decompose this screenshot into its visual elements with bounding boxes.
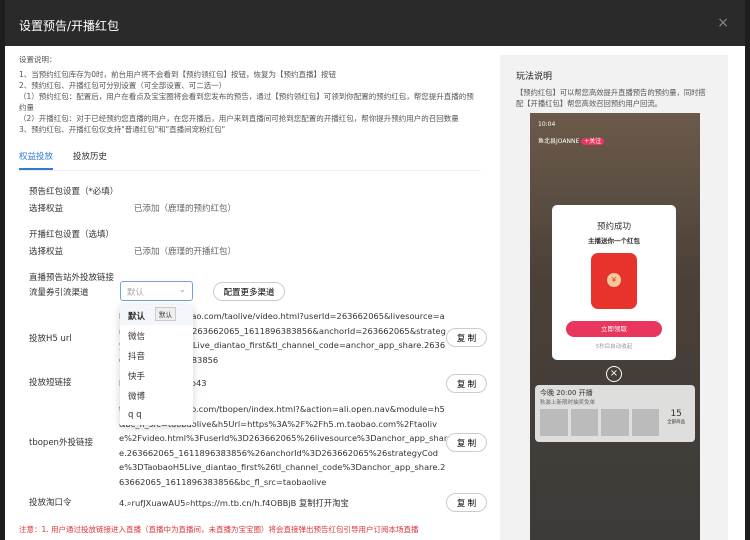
phone-preview: 10:04 鱼北县JOANNE +关注 预约成功 主播送你一个红包 ¥ 立即领取 …	[530, 113, 700, 540]
product-thumb	[570, 409, 599, 436]
auto-close-text: 5秒后自动收起	[595, 344, 633, 350]
copy-h5-url-button[interactable]: 复 制	[446, 328, 487, 347]
coin-icon: ¥	[607, 273, 621, 287]
anchor-name: 鱼北县JOANNE	[538, 138, 580, 145]
count-value: 15	[670, 409, 682, 419]
option-douyin[interactable]: 抖音	[120, 345, 193, 365]
short-link-label: 投放短链接	[29, 378, 72, 388]
phone-time: 10:04	[538, 121, 556, 128]
option-weibo[interactable]: 微博	[120, 385, 193, 405]
note-line: 2、预约红包、开播红包可分别设置（可全部设置、可二选一）	[19, 81, 227, 90]
channel-label: 流量券引流渠道	[29, 288, 89, 298]
count-label: 全部商品	[667, 420, 686, 425]
note-line: （2）开播红包：对于已经预约您直播的用户，在您开播后，用户来到直播间可抢到您配置…	[19, 114, 459, 123]
channel-select-value: 默认	[127, 288, 145, 298]
follow-badge: +关注	[581, 138, 605, 145]
tab-delivery-history[interactable]: 投放历史	[73, 147, 107, 170]
tooltip: 默认	[155, 307, 176, 321]
note-line: （1）预约红包：配置后，用户在看点及宝宝圈将会看到您发布的预告，通过【预约领红包…	[19, 92, 474, 112]
live-benefit-label: 选择权益	[29, 247, 64, 257]
option-wechat[interactable]: 微信	[120, 325, 193, 345]
popup-subtitle: 主播送你一个红包	[588, 237, 640, 245]
success-popup: 预约成功 主播送你一个红包 ¥ 立即领取 5秒后自动收起	[552, 205, 676, 360]
channel-dropdown: 默认 微信 抖音 快手 微博 q q	[120, 305, 193, 425]
guide-desc: 【预约红包】可以帮您高效提升直播预告的预约量，同时搭配【开播红包】帮您高效召回预…	[516, 88, 706, 108]
option-qq[interactable]: q q	[120, 405, 193, 425]
close-icon[interactable]: ×	[717, 15, 729, 31]
card-subtitle: 秋装上新限时抽奖免单	[540, 400, 596, 406]
product-thumb	[540, 409, 568, 436]
channel-select[interactable]: 默认 ⌄	[120, 281, 193, 301]
live-section-title: 开播红包设置（选填）	[29, 230, 115, 240]
live-benefit-value[interactable]: 已添加（鹿瑾的开播红包）	[134, 245, 236, 257]
red-packet-modal: 设置预告/开播红包 × 设置说明： 1、当预约红包库存为0时，前台用户将不会看到…	[5, 0, 745, 540]
copy-short-link-button[interactable]: 复 制	[446, 374, 487, 393]
modal-title: 设置预告/开播红包	[19, 19, 120, 33]
product-thumb	[631, 409, 660, 436]
preview-section-title: 预告红包设置（*必填）	[29, 187, 119, 197]
guide-title: 玩法说明	[516, 72, 553, 82]
product-thumb	[601, 409, 629, 436]
tab-benefit-delivery[interactable]: 权益投放	[19, 147, 54, 170]
close-circle-icon: ×	[606, 366, 622, 382]
claim-button: 立即领取	[566, 321, 662, 337]
guide-panel: 玩法说明 【预约红包】可以帮您高效提升直播预告的预约量，同时搭配【开播红包】帮您…	[500, 55, 728, 540]
preview-benefit-value[interactable]: 已添加（鹿瑾的预约红包）	[134, 202, 236, 214]
h5-url-label: 投放H5 url	[29, 334, 72, 344]
copy-taokouling-button[interactable]: 复 制	[446, 493, 487, 512]
warning-text: 注意：1. 用户通过投放链接进入直播（直播中为直播间，未直播为宝宝圈）将会直接弹…	[19, 525, 419, 534]
tab-bar: 权益投放 投放历史	[19, 147, 481, 171]
modal-header: 设置预告/开播红包 ×	[5, 0, 745, 46]
preview-benefit-label: 选择权益	[29, 204, 64, 214]
option-kuaishou[interactable]: 快手	[120, 365, 193, 385]
popup-title: 预约成功	[596, 222, 631, 232]
live-info: 10:04 鱼北县JOANNE +关注	[538, 121, 605, 145]
taokouling-value: 4.⌕rufJXuawAU5⌕https://m.tb.cn/h.f4OBBjB…	[119, 498, 349, 508]
red-envelope-icon: ¥	[591, 253, 637, 309]
product-count: 15 全部商品	[662, 409, 690, 436]
notes-title: 设置说明：	[19, 55, 57, 64]
copy-tbopen-button[interactable]: 复 制	[446, 433, 487, 452]
setting-notes: 设置说明： 1、当预约红包库存为0时，前台用户将不会看到【预约领红包】按钮，恢复…	[19, 54, 481, 135]
taokouling-label: 投放淘口令	[29, 498, 72, 508]
chevron-down-icon: ⌄	[178, 285, 186, 295]
live-preview-card: 今晚 20:00 开播 秋装上新限时抽奖免单 15 全部商品	[535, 385, 695, 442]
note-line: 1、当预约红包库存为0时，前台用户将不会看到【预约领红包】按钮，恢复为【预约直播…	[19, 70, 337, 79]
note-line: 3、预约红包、开播红包仅支持"普通红包"和"直播间宠粉红包"	[19, 125, 226, 134]
tbopen-label: tbopen外投链接	[29, 438, 93, 448]
card-title: 今晚 20:00 开播	[540, 389, 593, 397]
more-channels-button[interactable]: 配置更多渠道	[213, 282, 285, 301]
